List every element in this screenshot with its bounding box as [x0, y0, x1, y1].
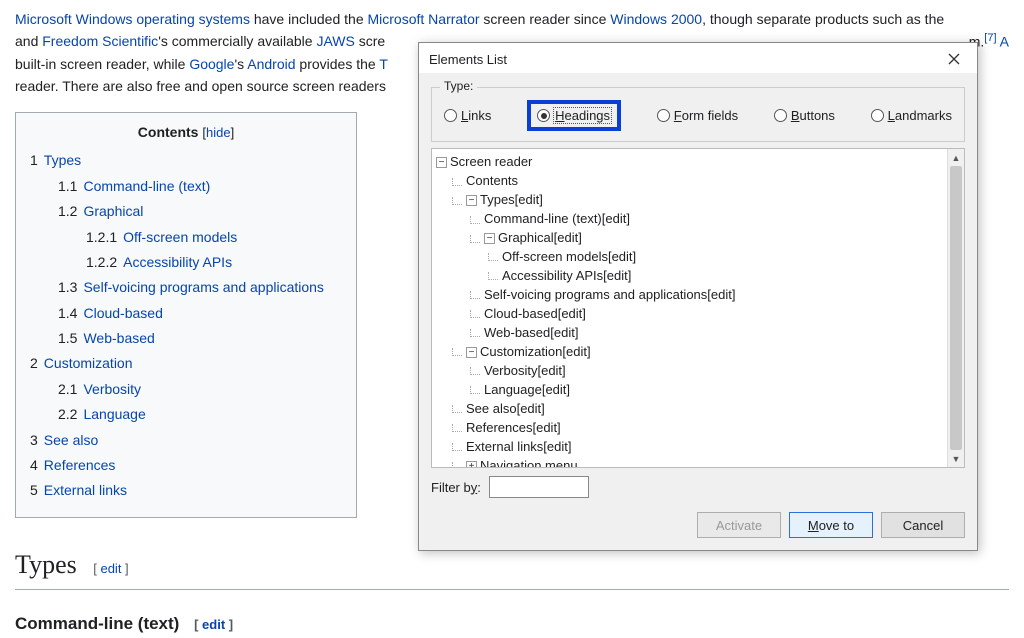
scroll-thumb[interactable]: [950, 166, 962, 450]
radio-icon: [444, 109, 457, 122]
headings-tree[interactable]: −Screen readerContents−Types[edit]Comman…: [431, 148, 965, 468]
toc-item[interactable]: 5External links: [30, 479, 342, 501]
toc-item[interactable]: 1.4Cloud-based: [58, 302, 342, 324]
link-jaws[interactable]: JAWS: [316, 33, 354, 49]
type-legend: Type:: [440, 79, 477, 93]
filter-input[interactable]: [489, 476, 589, 498]
edit-section-cmdline[interactable]: [ edit ]: [194, 617, 233, 632]
tree-node[interactable]: Verbosity[edit]: [436, 362, 960, 381]
tree-node[interactable]: Web-based[edit]: [436, 324, 960, 343]
tree-node[interactable]: −Graphical[edit]: [436, 229, 960, 248]
toc-item[interactable]: 1.5Web-based: [58, 327, 342, 349]
toc-item[interactable]: 1.3Self-voicing programs and application…: [58, 276, 342, 298]
tree-node[interactable]: Off-screen models[edit]: [436, 248, 960, 267]
link-android[interactable]: Android: [247, 56, 295, 72]
radio-icon: [537, 109, 550, 122]
filter-label: Filter by:: [431, 480, 481, 495]
scroll-down-icon[interactable]: ▼: [948, 450, 964, 467]
table-of-contents: Contents [hide] 1Types 1.1Command-line (t…: [15, 112, 357, 518]
link-narrator[interactable]: Microsoft Narrator: [368, 11, 480, 27]
collapse-icon[interactable]: −: [466, 347, 477, 358]
toc-item[interactable]: 3See also: [30, 429, 342, 451]
citation-7[interactable]: [7]: [984, 32, 996, 44]
dialog-titlebar[interactable]: Elements List: [419, 43, 977, 73]
scrollbar[interactable]: ▲ ▼: [947, 149, 964, 467]
move-to-button[interactable]: Move to: [789, 512, 873, 538]
radio-buttons[interactable]: Buttons: [774, 100, 835, 131]
tree-node[interactable]: Language[edit]: [436, 381, 960, 400]
type-radio-group: Type: Links Headings Form fields Buttons: [431, 87, 965, 142]
toc-item[interactable]: 2Customization: [30, 352, 342, 374]
tree-node[interactable]: −Customization[edit]: [436, 343, 960, 362]
tree-node[interactable]: +Navigation menu: [436, 457, 960, 468]
toc-item[interactable]: 4References: [30, 454, 342, 476]
tree-node[interactable]: −Types[edit]: [436, 191, 960, 210]
toc-item[interactable]: 1.2Graphical: [58, 200, 342, 222]
toc-title: Contents: [138, 124, 199, 140]
tree-node[interactable]: See also[edit]: [436, 400, 960, 419]
link-google[interactable]: Google: [189, 56, 234, 72]
link-freedom-scientific[interactable]: Freedom Scientific: [42, 33, 158, 49]
radio-form-fields[interactable]: Form fields: [657, 100, 738, 131]
collapse-icon[interactable]: −: [466, 195, 477, 206]
tree-node[interactable]: External links[edit]: [436, 438, 960, 457]
heading-command-line: Command-line (text) [ edit ]: [15, 610, 1009, 637]
radio-icon: [657, 109, 670, 122]
tree-node[interactable]: Command-line (text)[edit]: [436, 210, 960, 229]
toc-toggle[interactable]: [hide]: [202, 125, 234, 140]
radio-icon: [871, 109, 884, 122]
dialog-title: Elements List: [429, 52, 507, 67]
toc-item[interactable]: 1Types: [30, 149, 342, 171]
scroll-up-icon[interactable]: ▲: [948, 149, 964, 166]
link-windows-2000[interactable]: Windows 2000: [610, 11, 702, 27]
tree-node[interactable]: Contents: [436, 172, 960, 191]
edit-section-types[interactable]: [ edit ]: [93, 561, 128, 576]
cancel-button[interactable]: Cancel: [881, 512, 965, 538]
expand-icon[interactable]: +: [466, 461, 477, 468]
tree-node[interactable]: Self-voicing programs and applications[e…: [436, 286, 960, 305]
link-talkback[interactable]: T: [379, 56, 388, 72]
radio-headings-highlight: Headings: [527, 100, 621, 131]
radio-icon: [774, 109, 787, 122]
toc-item[interactable]: 1.1Command-line (text): [58, 175, 342, 197]
toc-item[interactable]: 2.1Verbosity: [58, 378, 342, 400]
toc-item[interactable]: 2.2Language: [58, 403, 342, 425]
toc-item[interactable]: 1.2.1Off-screen models: [86, 226, 342, 248]
link-windows-os[interactable]: Microsoft Windows operating systems: [15, 11, 250, 27]
activate-button: Activate: [697, 512, 781, 538]
radio-links[interactable]: Links: [444, 100, 491, 131]
collapse-icon[interactable]: −: [484, 233, 495, 244]
tree-node[interactable]: −Screen reader: [436, 153, 960, 172]
close-icon[interactable]: [939, 49, 969, 69]
tree-node[interactable]: Cloud-based[edit]: [436, 305, 960, 324]
tree-node[interactable]: Accessibility APIs[edit]: [436, 267, 960, 286]
tree-node[interactable]: References[edit]: [436, 419, 960, 438]
radio-headings[interactable]: Headings: [537, 108, 611, 123]
elements-list-dialog: Elements List Type: Links Headings Form …: [418, 42, 978, 551]
radio-landmarks[interactable]: Landmarks: [871, 100, 952, 131]
collapse-icon[interactable]: −: [436, 157, 447, 168]
toc-item[interactable]: 1.2.2Accessibility APIs: [86, 251, 342, 273]
